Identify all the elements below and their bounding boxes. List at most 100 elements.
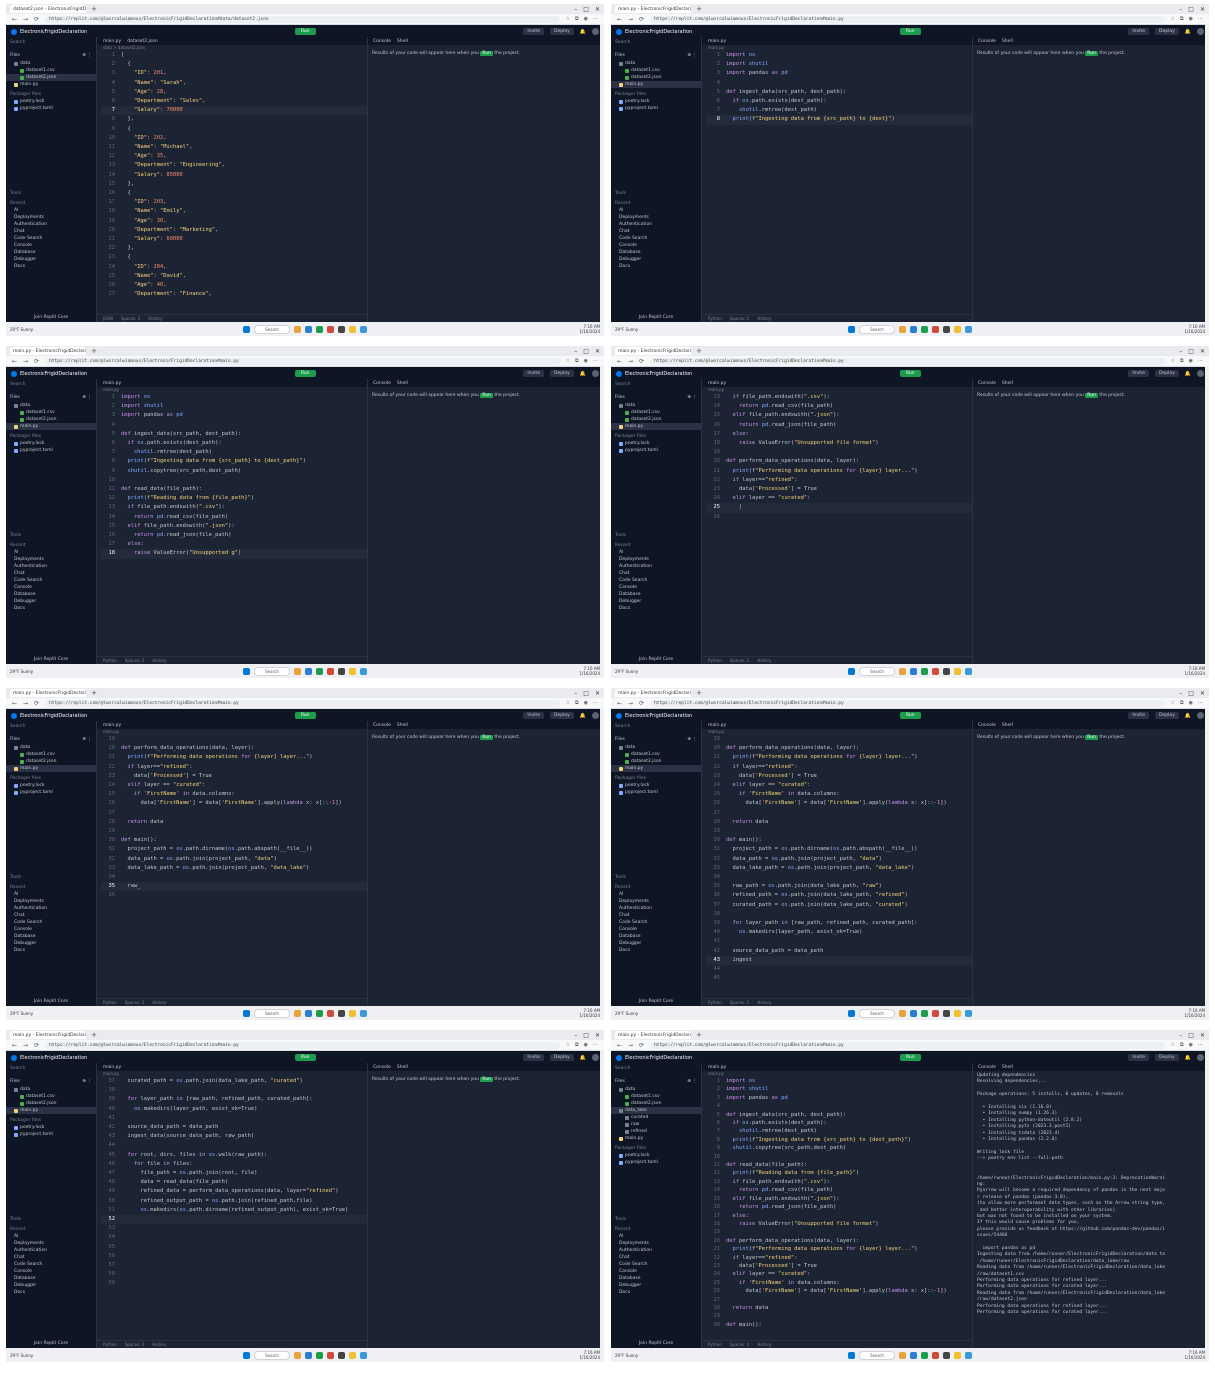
minimize-icon[interactable]: – [1179, 348, 1182, 355]
file-item[interactable]: pyproject.toml [611, 789, 701, 796]
weather-widget[interactable]: 29°F Sunny [10, 327, 33, 332]
taskbar-app-icon[interactable] [942, 667, 950, 675]
windows-start-icon[interactable] [848, 325, 856, 333]
tool-item[interactable]: Chat [6, 912, 96, 919]
code-line[interactable]: 53 [101, 1224, 367, 1233]
code-line[interactable]: 19 [706, 448, 972, 457]
taskbar-app-icon[interactable] [348, 1009, 356, 1017]
file-item[interactable]: dataset2.json [6, 758, 96, 765]
file-item[interactable]: poetry.lock [611, 440, 701, 447]
status-history[interactable]: History [152, 1000, 166, 1005]
join-core-button[interactable]: Join Replit Core [615, 999, 697, 1004]
minimize-icon[interactable]: – [1179, 690, 1182, 697]
url-field[interactable]: https://replit.com/@lwsrcalwiamous/Elect… [650, 357, 1165, 365]
minimize-icon[interactable]: – [574, 6, 577, 13]
minimize-icon[interactable]: – [574, 348, 577, 355]
tool-item[interactable]: Deployments [611, 214, 701, 221]
code-line[interactable]: 19 [706, 735, 972, 744]
code-line[interactable]: 17 else: [706, 1212, 972, 1220]
console-run-button[interactable]: Run [480, 1077, 493, 1082]
code-line[interactable]: 28 return data [706, 818, 972, 827]
status-history[interactable]: History [152, 658, 166, 663]
new-tab-icon[interactable]: + [695, 347, 703, 355]
code-line[interactable]: 29 [706, 827, 972, 836]
file-item[interactable]: pyproject.toml [611, 447, 701, 454]
sidebar-search[interactable]: Search [615, 40, 697, 48]
join-core-button[interactable]: Join Replit Core [10, 657, 92, 662]
deploy-button[interactable]: Deploy [549, 1054, 574, 1061]
taskbar-app-icon[interactable] [359, 1009, 367, 1017]
code-line[interactable]: 26 data['FirstName'] = data['FirstName']… [706, 799, 972, 808]
code-line[interactable]: 31 project_path = os.path.dirname(os.pat… [101, 845, 367, 854]
code-line[interactable]: 24 elif layer == "curated": [101, 781, 367, 790]
invite-button[interactable]: Invite [1128, 712, 1149, 719]
code-line[interactable]: 47 file_path = os.path.join(root, file) [101, 1169, 367, 1178]
tool-item[interactable]: Docs [6, 1289, 96, 1296]
code-line[interactable]: 41 [101, 1114, 367, 1123]
taskbar-app-icon[interactable] [359, 1351, 367, 1359]
deploy-button[interactable]: Deploy [549, 28, 574, 35]
close-icon[interactable]: ✕ [1200, 348, 1205, 355]
code-line[interactable]: 32 data_path = os.path.join(project_path… [706, 855, 972, 864]
avatar[interactable] [591, 28, 599, 35]
menu-icon[interactable]: ⋯ [1198, 1042, 1203, 1048]
code-area[interactable]: 19 20 def perform_data_operations(data, la… [97, 735, 367, 901]
code-line[interactable]: 30 def main(): [706, 1321, 972, 1329]
bell-icon[interactable]: 🔔 [1185, 1055, 1191, 1061]
tab-shell[interactable]: Shell [397, 381, 408, 386]
taskbar-app-icon[interactable] [293, 1351, 301, 1359]
join-core-button[interactable]: Join Replit Core [10, 999, 92, 1004]
tool-item[interactable]: Docs [611, 605, 701, 612]
url-field[interactable]: https://replit.com/@lwsrcalwiamous/Elect… [45, 15, 560, 23]
code-line[interactable]: 3 import pandas as pd [706, 1094, 972, 1102]
tool-item[interactable]: Chat [6, 570, 96, 577]
status-spaces[interactable]: Spaces: 2 [125, 658, 144, 663]
code-line[interactable]: 31 project_path = os.path.dirname(os.pat… [706, 845, 972, 854]
taskbar-app-icon[interactable] [942, 1351, 950, 1359]
code-line[interactable]: 7 shutil.rmtree(dest_path) [706, 1127, 972, 1135]
join-core-button[interactable]: Join Replit Core [615, 657, 697, 662]
new-tab-icon[interactable]: + [695, 5, 703, 13]
windows-start-icon[interactable] [243, 1351, 251, 1359]
taskbar-app-icon[interactable] [898, 667, 906, 675]
file-item[interactable]: pyproject.toml [611, 1159, 701, 1166]
taskbar-app-icon[interactable] [942, 1009, 950, 1017]
join-core-button[interactable]: Join Replit Core [10, 315, 92, 320]
code-line[interactable]: 9 shutil.copytree(src_path,dest_path) [101, 467, 367, 476]
code-line[interactable]: 21 "Salary": 60000 [101, 235, 367, 244]
invite-button[interactable]: Invite [1128, 28, 1149, 35]
project-title[interactable]: ElectronicFrigidDeclaration [616, 1054, 692, 1061]
windows-start-icon[interactable] [848, 667, 856, 675]
file-item[interactable]: dataset1.csv [611, 67, 701, 74]
tool-item[interactable]: Chat [611, 912, 701, 919]
tool-item[interactable]: Chat [611, 1254, 701, 1261]
bell-icon[interactable]: 🔔 [1185, 29, 1191, 35]
code-line[interactable]: 52 [101, 1215, 367, 1225]
reload-icon[interactable]: ⟳ [34, 1042, 39, 1049]
code-area[interactable]: 1 import os 2 import shutil 3 import pandas a… [702, 51, 972, 125]
code-line[interactable]: 13 if file_path.endswith(".csv"): [706, 393, 972, 402]
new-tab-icon[interactable]: + [90, 689, 98, 697]
run-button[interactable]: Run [899, 712, 921, 719]
tool-item[interactable]: Console [6, 1268, 96, 1275]
reload-icon[interactable]: ⟳ [639, 1042, 644, 1049]
code-line[interactable]: 15 elif file_path.endswith(".json"): [706, 1195, 972, 1203]
taskbar-app-icon[interactable] [964, 1009, 972, 1017]
file-item[interactable]: curated [611, 1114, 701, 1121]
tool-item[interactable]: AI [6, 549, 96, 556]
tool-item[interactable]: Docs [6, 263, 96, 270]
code-line[interactable]: 19 [706, 1228, 972, 1236]
tool-item[interactable]: Chat [6, 228, 96, 235]
invite-button[interactable]: Invite [523, 28, 544, 35]
taskbar-search[interactable]: Search [859, 324, 895, 334]
taskbar-app-icon[interactable] [953, 1009, 961, 1017]
code-line[interactable]: 4 "Name": "Sarah", [101, 79, 367, 88]
tool-item[interactable]: AI [6, 891, 96, 898]
code-line[interactable]: 1 import os [101, 393, 367, 402]
tool-item[interactable]: Deployments [6, 556, 96, 563]
code-area[interactable]: 1 import os 2 import shutil 3 import pandas a… [702, 1077, 972, 1329]
tab-console[interactable]: Console [373, 723, 391, 728]
taskbar-app-icon[interactable] [909, 1351, 917, 1359]
status-spaces[interactable]: Spaces: 2 [730, 1000, 749, 1005]
code-line[interactable]: 14 "Salary": 85000 [101, 171, 367, 180]
